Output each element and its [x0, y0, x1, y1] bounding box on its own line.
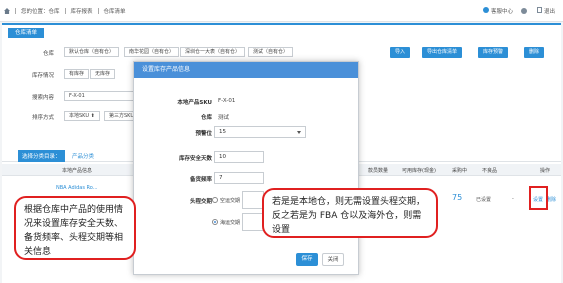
- divider: [97, 8, 99, 14]
- warehouse-label: 仓库: [200, 115, 212, 121]
- headset-icon: [482, 7, 489, 13]
- col-defect: 不良品: [482, 168, 498, 174]
- safety-days-input[interactable]: 10: [214, 151, 264, 163]
- col-product-info: 本地产品信息: [62, 168, 93, 174]
- callout-left-text: 根据仓库中产品的使用情况来设置库存安全天数、备货频率、头程交期等相关信息: [24, 205, 124, 257]
- col-purchasing: 采购中: [452, 168, 468, 174]
- chevron-down-icon: [297, 131, 301, 134]
- alert-select-value: 15: [219, 129, 226, 135]
- breadcrumb: 您的位置：仓库 库存报表 仓库清单: [4, 7, 126, 15]
- lead-time-label: 头程交期: [189, 199, 212, 205]
- category-directory-tab[interactable]: 选择分类目录：: [18, 150, 65, 162]
- save-button[interactable]: 保存: [296, 253, 318, 266]
- close-button[interactable]: 关闭: [322, 253, 344, 266]
- stock-filter-label: 库存情况: [31, 73, 54, 79]
- tab-warehouse-list[interactable]: 仓库清单: [8, 28, 44, 38]
- customer-service-label: 客服中心: [490, 9, 513, 15]
- logout-link[interactable]: 退出: [536, 7, 555, 15]
- highlight-box: [529, 186, 548, 210]
- frequency-input[interactable]: 7: [214, 172, 264, 184]
- sort-local-sku[interactable]: 本地SKU ⬆: [64, 111, 100, 121]
- breadcrumb-location: 您的位置：仓库: [21, 9, 60, 15]
- sea-radio-label: 海运交期: [220, 220, 241, 226]
- product-link[interactable]: NBA Adidas Ro...: [56, 185, 98, 191]
- customer-service-link[interactable]: 客服中心: [482, 7, 513, 15]
- stock-option-in[interactable]: 有库存: [64, 69, 90, 79]
- dialog-title: 设置库存产品信息: [134, 62, 358, 78]
- air-radio[interactable]: [212, 197, 218, 203]
- sku-value: F-X-01: [218, 98, 236, 104]
- breadcrumb-report[interactable]: 库存报表: [71, 7, 93, 15]
- search-label: 搜索内容: [31, 95, 54, 101]
- defect-value: -: [512, 196, 514, 202]
- warehouse-value: 测试: [218, 115, 230, 121]
- air-radio-label: 空运交期: [220, 198, 241, 204]
- purchasing-count[interactable]: 75: [452, 193, 462, 202]
- alert-label: 预警位: [195, 131, 212, 137]
- product-category-link[interactable]: 产品分类: [72, 152, 94, 160]
- safety-days-label: 库存安全天数: [178, 156, 212, 162]
- col-action: 操作: [540, 168, 551, 174]
- callout-right-text: 若是是本地仓，则无需设置头程交期，反之若是为 FBA 仓以及海外仓，则需设置: [272, 197, 426, 235]
- sort-label: 排序方式: [31, 115, 54, 121]
- sea-radio[interactable]: [212, 219, 218, 225]
- alert-select[interactable]: 15: [214, 126, 306, 138]
- top-bar: 您的位置：仓库 库存报表 仓库清单 客服中心 退出: [0, 0, 563, 22]
- logout-icon: [536, 7, 542, 13]
- stock-settings-dialog: 设置库存产品信息 本地产品SKU F-X-01 仓库 测试 预警位 15 库存安…: [133, 61, 359, 275]
- warehouse-option-default[interactable]: 默认仓库（自有仓）: [64, 47, 120, 57]
- top-bar-actions: 客服中心 退出: [482, 7, 555, 15]
- sea-lead-input[interactable]: [242, 213, 264, 231]
- sku-label: 本地产品SKU: [177, 100, 212, 106]
- status-badge: 已设置: [476, 197, 492, 203]
- delete-button[interactable]: 删除: [524, 47, 545, 58]
- stock-alert-button[interactable]: 库存预警: [478, 47, 509, 58]
- import-button[interactable]: 导入: [390, 47, 411, 58]
- warehouse-option-test[interactable]: 测试（自有仓）: [248, 47, 294, 57]
- frequency-label: 备货频率: [189, 177, 212, 183]
- warehouse-filter-label: 仓库: [42, 51, 54, 57]
- user-icon[interactable]: [520, 8, 527, 14]
- callout-left: 根据仓库中产品的使用情况来设置库存安全天数、备货频率、头程交期等相关信息: [14, 196, 136, 260]
- search-input[interactable]: F-X-01: [64, 91, 134, 101]
- warehouse-option-shenzhen[interactable]: 深圳仓一大表（自有仓）: [180, 47, 246, 57]
- air-lead-input[interactable]: [242, 191, 264, 209]
- stock-option-out[interactable]: 无库存: [90, 69, 116, 79]
- warehouse-option-nanhua[interactable]: 南华花园（自有仓）: [124, 47, 180, 57]
- breadcrumb-list[interactable]: 仓库清单: [104, 7, 126, 15]
- col-qty: 款员数量: [368, 168, 389, 174]
- callout-right: 若是是本地仓，则无需设置头程交期，反之若是为 FBA 仓以及海外仓，则需设置: [262, 188, 438, 238]
- divider: [64, 8, 66, 14]
- col-available: 可用库存(现金): [402, 168, 436, 174]
- logout-label: 退出: [543, 9, 555, 15]
- home-icon[interactable]: [4, 8, 10, 14]
- divider: [15, 8, 16, 14]
- export-list-button[interactable]: 导出仓库清单: [422, 47, 463, 58]
